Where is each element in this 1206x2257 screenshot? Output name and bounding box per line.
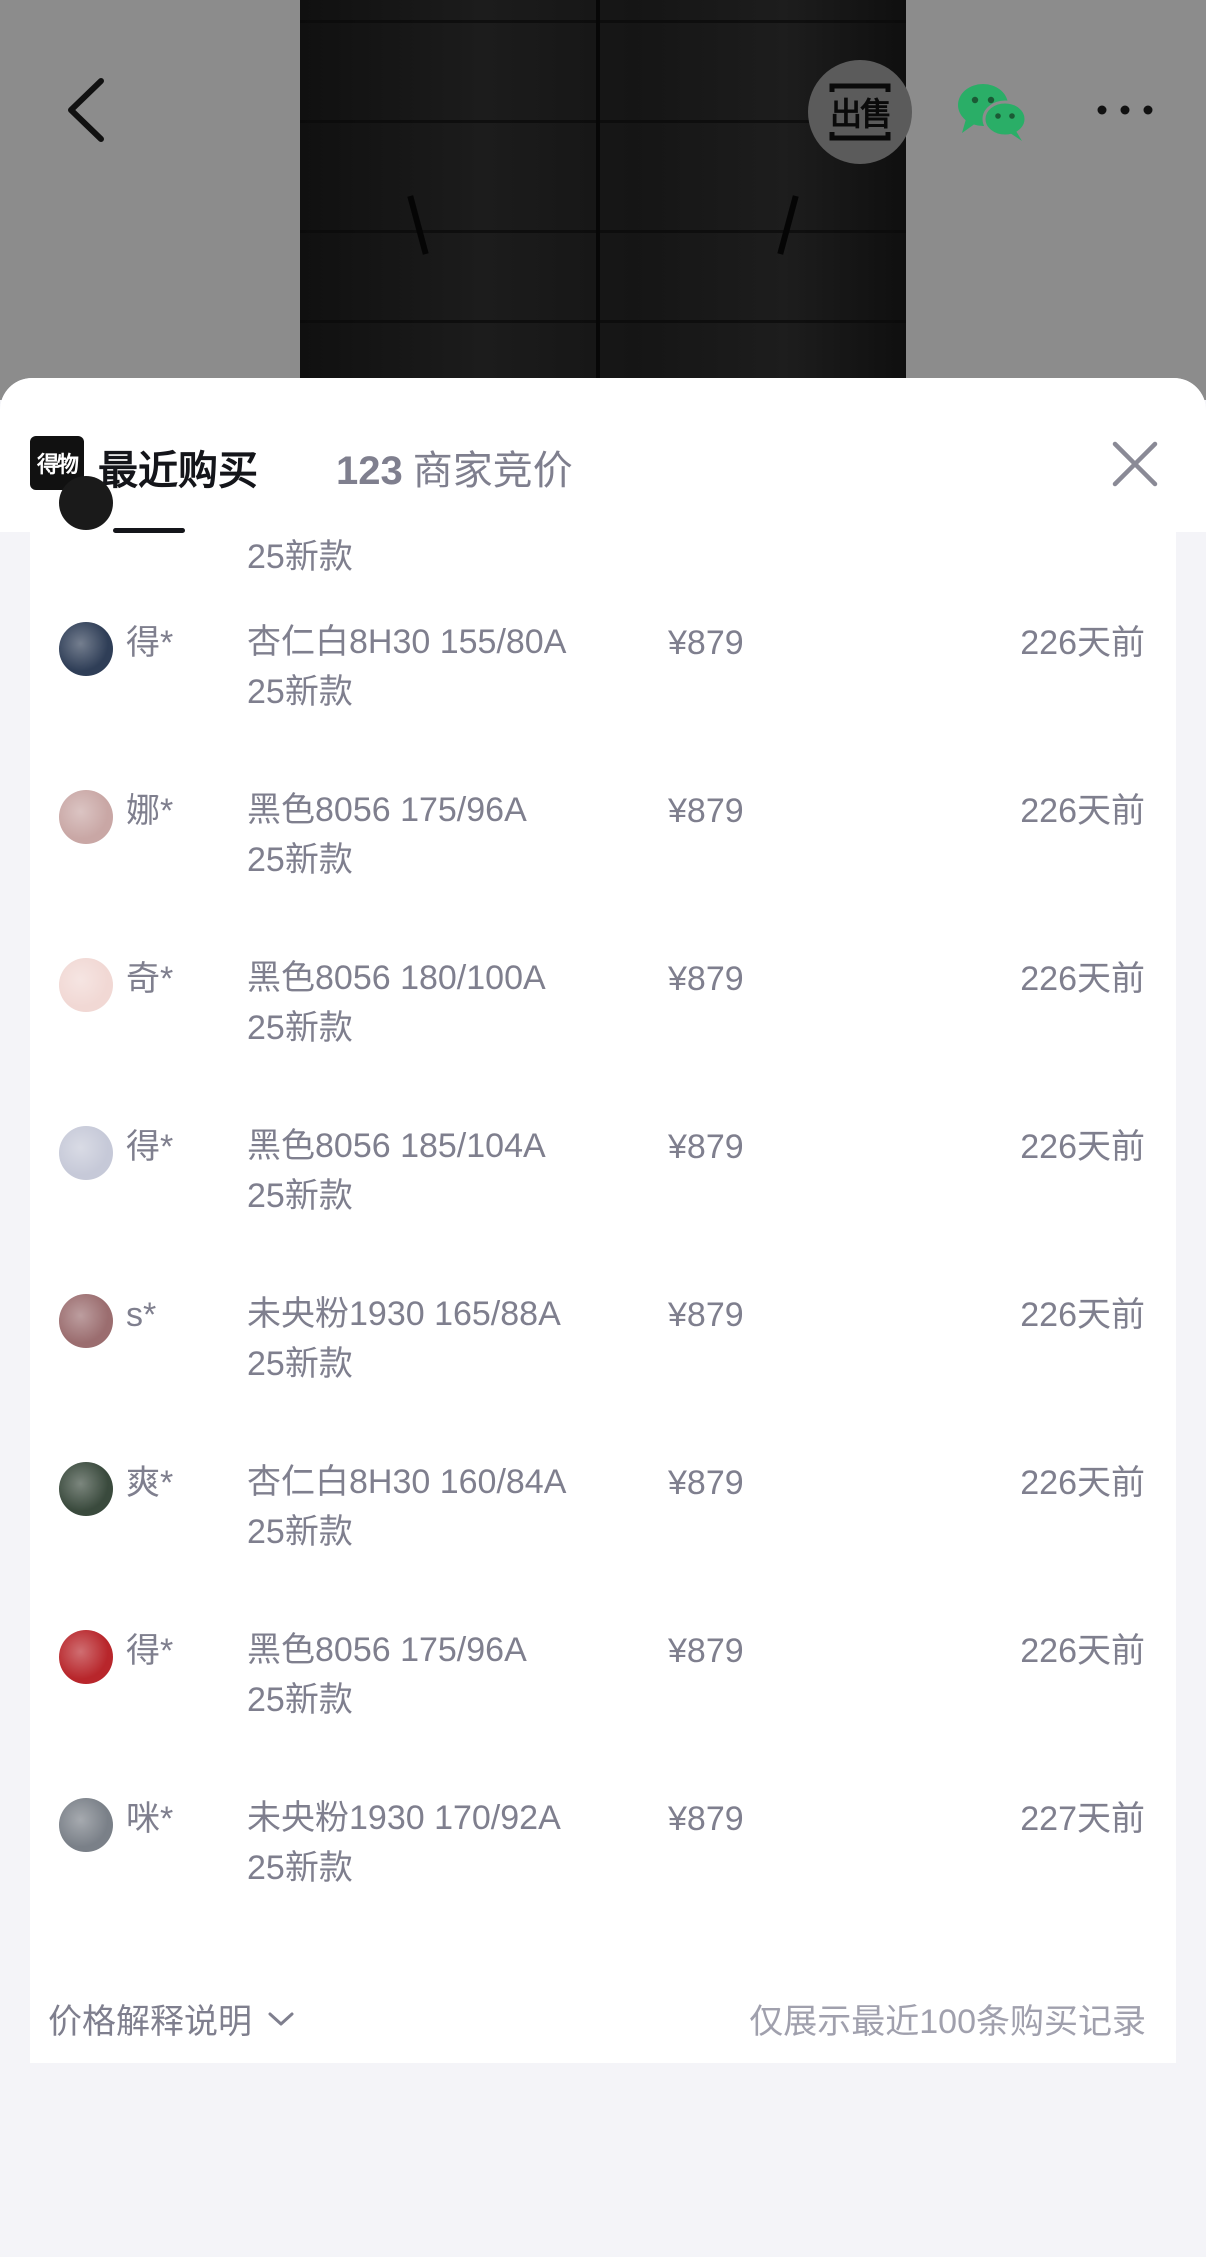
- chevron-down-icon: [268, 2012, 294, 2025]
- purchase-time: 226天前: [1020, 960, 1145, 998]
- item-spec-line2: 25新款: [247, 1177, 353, 1215]
- sell-label: 出售: [829, 96, 892, 132]
- purchase-price: ¥879: [668, 1632, 744, 1670]
- tab-recent-purchases[interactable]: 最近购买: [98, 438, 258, 496]
- list-item: 得* 黑色8056 185/104A 25新款 ¥879 226天前: [30, 1121, 1176, 1289]
- purchase-price: ¥879: [668, 1464, 744, 1502]
- merchant-bid-count: 123: [336, 449, 403, 493]
- active-tab-indicator: [113, 528, 185, 533]
- buyer-name: 爽*: [126, 1464, 174, 1502]
- item-spec: 未央粉1930 165/88A 25新款: [247, 1289, 667, 1389]
- purchase-time: 226天前: [1020, 1464, 1145, 1502]
- purchase-price: ¥879: [668, 1800, 744, 1838]
- item-spec-line2: 25新款: [247, 1345, 353, 1383]
- list-item: 咪* 未央粉1930 170/92A 25新款 ¥879 227天前: [30, 1793, 1176, 1961]
- sheet-header: 得物 最近购买 123 商家竞价: [0, 378, 1206, 532]
- tab-merchant-bids[interactable]: 123 商家竞价: [336, 438, 573, 496]
- item-spec-line2: 25新款: [247, 1009, 353, 1047]
- record-limit-note: 仅展示最近100条购买记录: [749, 2003, 1146, 2041]
- wechat-share-button[interactable]: [952, 72, 1032, 152]
- purchase-price: ¥879: [668, 792, 744, 830]
- avatar: [59, 622, 113, 676]
- item-spec-line2: 25新款: [247, 1513, 353, 1551]
- list-item: 娜* 黑色8056 175/96A 25新款 ¥879 226天前: [30, 785, 1176, 953]
- buyer-name: 得*: [126, 1632, 174, 1670]
- item-spec-line2: 25新款: [247, 673, 353, 711]
- purchase-price: ¥879: [668, 1296, 744, 1334]
- list-item: 爽* 杏仁白8H30 160/84A 25新款 ¥879 226天前: [30, 1457, 1176, 1625]
- buyer-name: 娜*: [126, 792, 174, 830]
- close-button[interactable]: [1105, 434, 1165, 494]
- item-spec: 黑色8056 180/100A 25新款: [247, 953, 667, 1053]
- close-icon: [1112, 441, 1158, 487]
- list-item: s* 未央粉1930 165/88A 25新款 ¥879 226天前: [30, 1289, 1176, 1457]
- more-icon: [1097, 105, 1153, 115]
- buyer-name: 奇*: [126, 960, 174, 998]
- purchase-time: 226天前: [1020, 1128, 1145, 1166]
- item-spec-line1: 未央粉1930 170/92A: [247, 1799, 561, 1837]
- avatar: [59, 1462, 113, 1516]
- merchant-bid-label: 商家竞价: [412, 449, 573, 493]
- list-item: 奇* 黑色8056 180/100A 25新款 ¥879 226天前: [30, 953, 1176, 1121]
- item-spec: 黑色8056 175/96A 25新款: [247, 1625, 667, 1725]
- item-spec-line2: 25新款: [247, 538, 353, 576]
- item-spec-line2: 25新款: [247, 841, 353, 879]
- purchase-time: 226天前: [1020, 1632, 1145, 1670]
- purchase-time: 226天前: [1020, 792, 1145, 830]
- item-spec-line1: 黑色8056 185/104A: [247, 1127, 546, 1165]
- item-spec-line2: 25新款: [247, 1681, 353, 1719]
- avatar: [59, 1294, 113, 1348]
- wechat-icon: [958, 84, 1028, 141]
- item-spec-line2: 25新款: [247, 1849, 353, 1887]
- list-item-partial: 25新款: [30, 476, 1176, 576]
- avatar: [59, 1126, 113, 1180]
- list-item: 得* 杏仁白8H30 155/80A 25新款 ¥879 226天前: [30, 617, 1176, 785]
- item-spec: 未央粉1930 170/92A 25新款: [247, 1793, 667, 1893]
- item-spec: 黑色8056 185/104A 25新款: [247, 1121, 667, 1221]
- item-spec-line1: 未央粉1930 165/88A: [247, 1295, 561, 1333]
- sell-button[interactable]: 出售: [808, 60, 912, 164]
- buyer-name: 得*: [126, 624, 174, 662]
- purchase-list[interactable]: 25新款 得* 杏仁白8H30 155/80A 25新款 ¥879 226天前 娜* 黑色8…: [30, 476, 1176, 2063]
- purchase-price: ¥879: [668, 624, 744, 662]
- buyer-name: 咪*: [126, 1800, 174, 1838]
- item-spec: 黑色8056 175/96A 25新款: [247, 785, 667, 885]
- avatar: [59, 1798, 113, 1852]
- item-spec: 杏仁白8H30 155/80A 25新款: [247, 617, 667, 717]
- list-item: 得* 黑色8056 175/96A 25新款 ¥879 226天前: [30, 1625, 1176, 1793]
- product-image: 出售: [0, 0, 1206, 400]
- item-spec-line1: 黑色8056 175/96A: [247, 791, 527, 829]
- recent-purchases-sheet: 得物 最近购买 123 商家竞价 25新款 得* 杏仁白8H30 155/80A 25…: [0, 378, 1206, 2257]
- back-icon: [68, 78, 104, 142]
- purchase-price: ¥879: [668, 960, 744, 998]
- avatar: [59, 476, 113, 530]
- item-spec: 杏仁白8H30 160/84A 25新款: [247, 1457, 667, 1557]
- purchase-time: 226天前: [1020, 624, 1145, 662]
- back-button[interactable]: [50, 70, 120, 150]
- avatar: [59, 958, 113, 1012]
- buyer-name: s*: [126, 1296, 157, 1334]
- jacket-photo: [300, 0, 906, 400]
- more-button[interactable]: [1090, 80, 1160, 140]
- item-spec-line1: 黑色8056 180/100A: [247, 959, 546, 997]
- price-explain-toggle[interactable]: 价格解释说明: [48, 1994, 296, 2043]
- item-spec-line1: 黑色8056 175/96A: [247, 1631, 527, 1669]
- item-spec-line1: 杏仁白8H30 155/80A: [247, 623, 567, 661]
- price-explain-label: 价格解释说明: [48, 2003, 252, 2041]
- purchase-time: 226天前: [1020, 1296, 1145, 1334]
- avatar: [59, 1630, 113, 1684]
- avatar: [59, 790, 113, 844]
- buyer-name: 得*: [126, 1128, 174, 1166]
- purchase-time: 227天前: [1020, 1800, 1145, 1838]
- purchase-price: ¥879: [668, 1128, 744, 1166]
- item-spec-line1: 杏仁白8H30 160/84A: [247, 1463, 567, 1501]
